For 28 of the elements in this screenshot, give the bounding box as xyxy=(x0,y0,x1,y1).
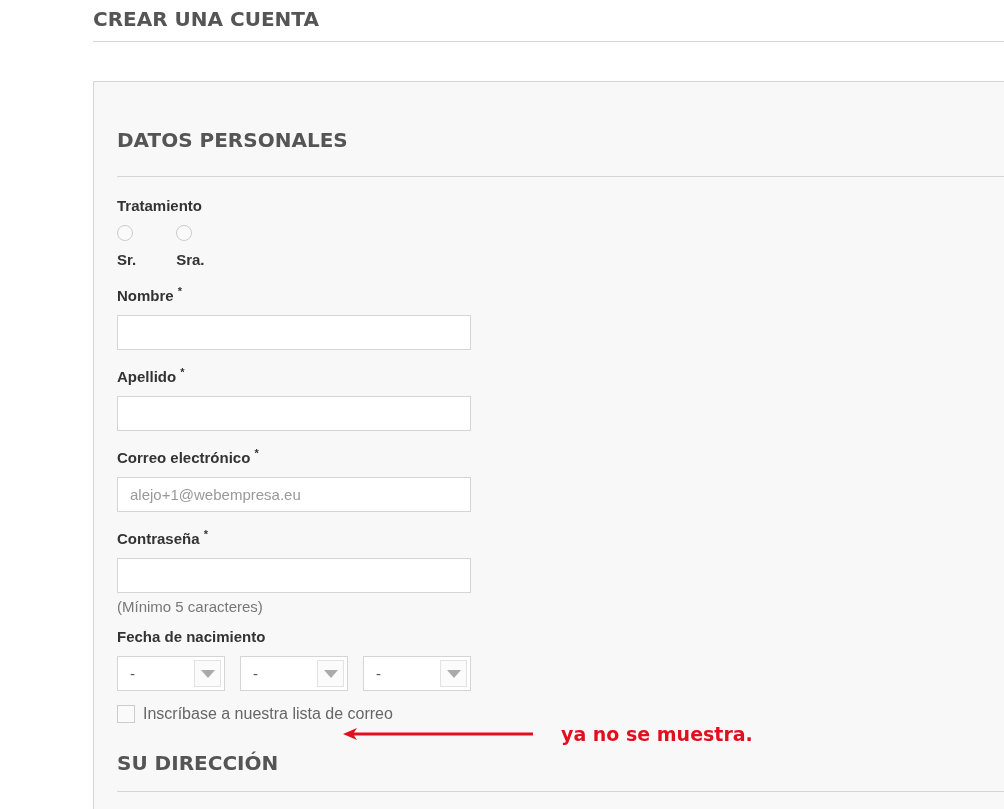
input-field[interactable] xyxy=(117,315,471,350)
checkbox[interactable] xyxy=(117,705,135,723)
field-label: Correo electrónico $^{*}$ xyxy=(117,446,260,467)
caret-icon xyxy=(446,669,461,678)
section-heading: SU DIRECCIÓN xyxy=(117,751,279,777)
input-field[interactable] xyxy=(117,558,471,593)
radio-label: Sra. xyxy=(176,251,205,269)
page-title: CREAR UNA CUENTA xyxy=(93,6,319,33)
input-field[interactable] xyxy=(117,396,471,431)
dropdown[interactable]: - xyxy=(363,656,471,691)
field-label: Tratamiento xyxy=(117,197,204,215)
radio-button[interactable] xyxy=(117,225,133,241)
dropdown[interactable]: - xyxy=(117,656,225,691)
caret-icon xyxy=(323,669,338,678)
radio-button[interactable] xyxy=(176,225,193,241)
field-hint: (Mínimo 5 caracteres) xyxy=(117,598,264,615)
field-label: Apellido $^{*}$ xyxy=(117,365,186,386)
checkbox-label: Inscríbase a nuestra lista de correo xyxy=(143,705,393,723)
arrow-icon xyxy=(343,727,535,741)
dropdown[interactable]: - xyxy=(240,656,348,691)
annotation-text: ya no se muestra. xyxy=(561,723,753,745)
radio-label: Sr. xyxy=(117,251,137,269)
field-label: Contraseña $^{*}$ xyxy=(117,527,209,548)
field-label: Fecha de nacimiento xyxy=(117,628,267,646)
input-field[interactable]: alejo+1@webempresa.eu xyxy=(117,477,471,512)
caret-icon xyxy=(200,669,215,678)
section-heading: DATOS PERSONALES xyxy=(117,127,348,154)
field-label: Nombre $^{*}$ xyxy=(117,284,184,305)
